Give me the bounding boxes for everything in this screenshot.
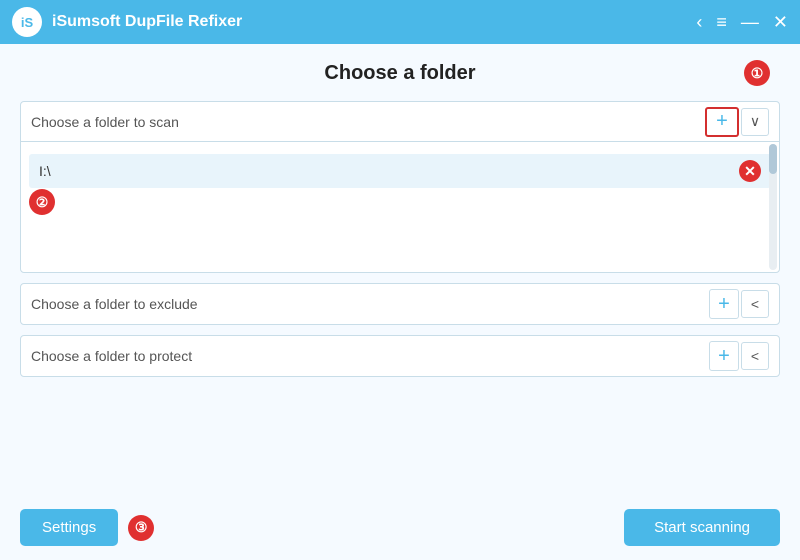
collapse-protect-folder-button[interactable]: <	[741, 342, 769, 370]
protect-folder-label: Choose a folder to protect	[31, 348, 709, 364]
add-scan-icon: +	[716, 110, 728, 133]
collapse-protect-icon: <	[751, 348, 759, 364]
protect-folder-section: Choose a folder to protect + <	[20, 335, 780, 377]
collapse-exclude-folder-button[interactable]: <	[741, 290, 769, 318]
step-badge-3: ③	[128, 515, 154, 541]
title-bar-left: iS iSumsoft DupFile Refixer	[12, 7, 242, 37]
title-bar: iS iSumsoft DupFile Refixer ‹ ≡ — ✕	[0, 0, 800, 44]
scan-folder-item-path: I:\	[39, 163, 739, 179]
close-button[interactable]: ✕	[773, 13, 788, 31]
scrollbar-thumb[interactable]	[769, 144, 777, 174]
add-exclude-folder-button[interactable]: +	[709, 289, 739, 319]
minimize-button[interactable]: —	[741, 13, 759, 31]
footer-left: Settings ③	[20, 509, 154, 546]
title-bar-right: ‹ ≡ — ✕	[696, 13, 788, 31]
menu-button[interactable]: ≡	[716, 13, 727, 31]
scan-folder-list-area: I:\ ✕ ②	[21, 142, 779, 272]
step-badge-1: ①	[744, 60, 770, 86]
exclude-folder-label: Choose a folder to exclude	[31, 296, 709, 312]
exclude-folder-section: Choose a folder to exclude + <	[20, 283, 780, 325]
collapse-scan-icon: ∨	[750, 113, 760, 130]
add-exclude-icon: +	[718, 293, 730, 316]
scan-folder-list-inner: I:\ ✕ ②	[21, 142, 779, 198]
remove-scan-icon: ✕	[744, 163, 756, 180]
share-button[interactable]: ‹	[696, 13, 702, 31]
main-content: Choose a folder ① Choose a folder to sca…	[0, 44, 800, 560]
app-title: iSumsoft DupFile Refixer	[52, 13, 242, 31]
scan-folder-label: Choose a folder to scan	[31, 114, 705, 130]
exclude-folder-header: Choose a folder to exclude + <	[21, 284, 779, 324]
logo-text: iS	[21, 15, 33, 30]
add-protect-folder-button[interactable]: +	[709, 341, 739, 371]
remove-scan-folder-button[interactable]: ✕	[739, 160, 761, 182]
app-logo: iS	[12, 7, 42, 37]
scan-folder-actions: + ∨	[705, 107, 769, 137]
collapse-exclude-icon: <	[751, 296, 759, 312]
add-protect-icon: +	[718, 345, 730, 368]
page-title-row: Choose a folder ①	[20, 62, 780, 85]
start-scanning-button[interactable]: Start scanning	[624, 509, 780, 546]
settings-button[interactable]: Settings	[20, 509, 118, 546]
protect-folder-header: Choose a folder to protect + <	[21, 336, 779, 376]
exclude-folder-actions: + <	[709, 289, 769, 319]
scan-folder-section: Choose a folder to scan + ∨ I:\ ✕ ②	[20, 101, 780, 273]
step-badge-2: ②	[29, 189, 55, 215]
page-title: Choose a folder	[324, 62, 475, 84]
scan-folder-item: I:\ ✕	[29, 154, 771, 188]
footer: Settings ③ Start scanning	[20, 499, 780, 546]
add-scan-folder-button[interactable]: +	[705, 107, 739, 137]
collapse-scan-folder-button[interactable]: ∨	[741, 108, 769, 136]
protect-folder-actions: + <	[709, 341, 769, 371]
scan-folder-header: Choose a folder to scan + ∨	[21, 102, 779, 142]
scrollbar-track	[769, 144, 777, 270]
